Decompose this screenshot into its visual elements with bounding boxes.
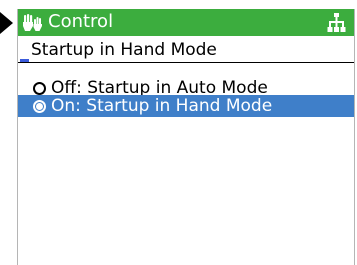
hand-control-icon: [23, 14, 42, 31]
option-label: On: Startup in Hand Mode: [51, 96, 273, 116]
radio-unchecked-icon[interactable]: [33, 82, 46, 95]
option-on-hand-mode[interactable]: On: Startup in Hand Mode: [18, 95, 354, 117]
network-icon[interactable]: [327, 13, 346, 32]
header-bar: Control: [18, 9, 354, 36]
subtitle-text: Startup in Hand Mode: [31, 40, 217, 60]
page-subtitle: Startup in Hand Mode: [18, 38, 354, 63]
radio-checked-icon[interactable]: [33, 100, 46, 113]
header-title: Control: [48, 11, 114, 32]
selection-pointer-arrow: [0, 12, 13, 34]
control-panel: Control Startup in Hand Mode Off: Startu…: [17, 9, 355, 265]
focus-cursor: [20, 59, 29, 62]
